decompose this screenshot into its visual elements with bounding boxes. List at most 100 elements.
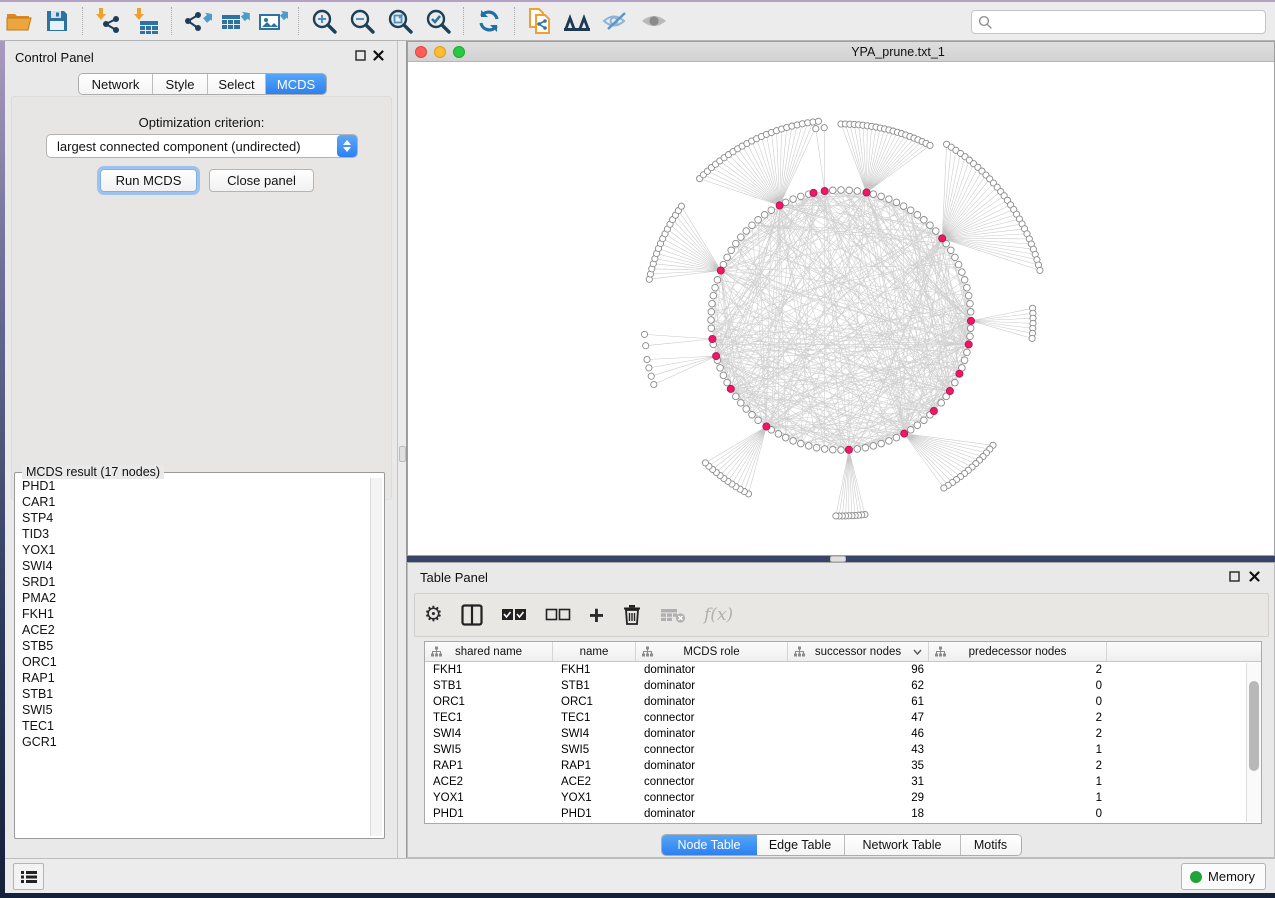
tab-style[interactable]: Style (153, 74, 208, 94)
network-graph[interactable] (408, 62, 1274, 555)
control-panel-title: Control Panel (15, 50, 94, 65)
result-node-item[interactable]: PMA2 (17, 590, 370, 606)
result-node-item[interactable]: SWI4 (17, 558, 370, 574)
deselect-all-icon[interactable] (545, 600, 571, 630)
result-node-item[interactable]: TEC1 (17, 718, 370, 734)
hierarchy-icon (642, 646, 653, 657)
result-node-item[interactable]: STB5 (17, 638, 370, 654)
cell-shared-name: ORC1 (425, 694, 553, 710)
close-panel-button[interactable]: Close panel (209, 169, 314, 192)
table-row[interactable]: STB1STB1dominator620 (425, 678, 1261, 694)
table-row[interactable]: ACE2ACE2connector311 (425, 774, 1261, 790)
zoom-in-icon[interactable] (307, 5, 341, 37)
cell-shared-name: ACE2 (425, 774, 553, 790)
search-input[interactable] (993, 15, 1265, 29)
vertical-splitter[interactable] (398, 41, 407, 858)
cell-name: ACE2 (553, 774, 636, 790)
result-node-item[interactable]: GCR1 (17, 734, 370, 750)
result-node-item[interactable]: ACE2 (17, 622, 370, 638)
table-options-icon[interactable]: ⚙ (424, 600, 443, 630)
tab-select[interactable]: Select (208, 74, 266, 94)
tab-mcds[interactable]: MCDS (266, 74, 326, 94)
column-header-MCDS-role[interactable]: MCDS role (636, 642, 788, 661)
column-header-predecessor-nodes[interactable]: predecessor nodes (929, 642, 1107, 661)
table-row[interactable]: FKH1FKH1dominator962 (425, 662, 1261, 678)
add-column-icon[interactable]: + (589, 600, 604, 630)
zoom-selected-icon[interactable] (421, 5, 455, 37)
cell-predecessor-nodes: 2 (929, 710, 1107, 726)
show-all-icon[interactable] (637, 5, 671, 37)
refresh-icon[interactable] (472, 5, 506, 37)
tab-node-table[interactable]: Node Table (662, 835, 757, 855)
hide-selected-icon[interactable] (599, 5, 633, 37)
save-icon[interactable] (40, 5, 74, 37)
first-neighbors-icon[interactable] (561, 5, 595, 37)
result-node-item[interactable]: TID3 (17, 526, 370, 542)
open-folder-icon[interactable] (2, 5, 36, 37)
cell-MCDS-role: connector (636, 774, 788, 790)
cell-successor-nodes: 35 (788, 758, 929, 774)
float-panel-icon[interactable] (355, 50, 366, 61)
memory-label: Memory (1208, 869, 1255, 884)
horizontal-splitter-handle[interactable] (830, 556, 846, 562)
column-header-successor-nodes[interactable]: successor nodes (788, 642, 929, 661)
cell-successor-nodes: 96 (788, 662, 929, 678)
toolbar-separator (298, 7, 299, 35)
zoom-out-icon[interactable] (345, 5, 379, 37)
new-network-from-selection-icon[interactable] (523, 5, 557, 37)
optimization-criterion-dropdown[interactable]: largest connected component (undirected) (46, 134, 358, 158)
node-table[interactable]: shared namenameMCDS rolesuccessor nodesp… (424, 641, 1262, 824)
table-row[interactable]: YOX1YOX1connector291 (425, 790, 1261, 806)
close-panel-icon[interactable] (373, 50, 384, 61)
table-row[interactable]: SWI4SWI4dominator462 (425, 726, 1261, 742)
cell-MCDS-role: dominator (636, 758, 788, 774)
result-node-item[interactable]: STP4 (17, 510, 370, 526)
cell-predecessor-nodes: 1 (929, 774, 1107, 790)
show-columns-icon[interactable] (461, 600, 483, 630)
column-header-shared-name[interactable]: shared name (425, 642, 553, 661)
close-panel-icon[interactable] (1249, 571, 1260, 582)
tab-network-table[interactable]: Network Table (845, 835, 961, 855)
result-node-item[interactable]: SRD1 (17, 574, 370, 590)
table-row[interactable]: ORC1ORC1dominator610 (425, 694, 1261, 710)
tab-network[interactable]: Network (79, 74, 153, 94)
result-node-item[interactable]: RAP1 (17, 670, 370, 686)
result-node-item[interactable]: PHD1 (17, 478, 370, 494)
search-field[interactable] (971, 10, 1266, 34)
result-node-item[interactable]: STB1 (17, 686, 370, 702)
result-node-item[interactable]: ORC1 (17, 654, 370, 670)
cell-predecessor-nodes: 1 (929, 742, 1107, 758)
run-mcds-button[interactable]: Run MCDS (100, 169, 197, 192)
cell-MCDS-role: dominator (636, 694, 788, 710)
import-table-icon[interactable] (129, 5, 163, 37)
table-scrollbar[interactable] (1246, 663, 1261, 822)
network-window-titlebar[interactable]: YPA_prune.txt_1 (408, 42, 1274, 62)
export-network-icon[interactable] (180, 5, 214, 37)
table-row[interactable]: SWI5SWI5connector431 (425, 742, 1261, 758)
table-row[interactable]: RAP1RAP1dominator352 (425, 758, 1261, 774)
delete-columns-icon[interactable] (622, 600, 642, 630)
table-scrollbar-thumb[interactable] (1249, 681, 1259, 771)
tab-motifs[interactable]: Motifs (961, 835, 1021, 855)
result-node-item[interactable]: CAR1 (17, 494, 370, 510)
float-panel-icon[interactable] (1229, 571, 1240, 582)
splitter-handle[interactable] (399, 446, 406, 462)
task-history-button[interactable] (13, 863, 44, 890)
import-network-icon[interactable] (91, 5, 125, 37)
result-list-scrollbar[interactable] (370, 478, 382, 836)
table-row[interactable]: TEC1TEC1connector472 (425, 710, 1261, 726)
cell-successor-nodes: 18 (788, 806, 929, 822)
export-image-icon[interactable] (256, 5, 290, 37)
tab-edge-table[interactable]: Edge Table (757, 835, 845, 855)
column-header-name[interactable]: name (553, 642, 636, 661)
memory-button[interactable]: Memory (1181, 863, 1266, 890)
result-node-item[interactable]: SWI5 (17, 702, 370, 718)
result-node-item[interactable]: YOX1 (17, 542, 370, 558)
table-row[interactable]: PHD1PHD1dominator180 (425, 806, 1261, 822)
mcds-result-list[interactable]: PHD1CAR1STP4TID3YOX1SWI4SRD1PMA2FKH1ACE2… (17, 478, 370, 836)
select-all-icon[interactable] (501, 600, 527, 630)
result-node-item[interactable]: FKH1 (17, 606, 370, 622)
export-table-icon[interactable] (218, 5, 252, 37)
zoom-fit-icon[interactable] (383, 5, 417, 37)
network-canvas[interactable] (408, 62, 1274, 555)
